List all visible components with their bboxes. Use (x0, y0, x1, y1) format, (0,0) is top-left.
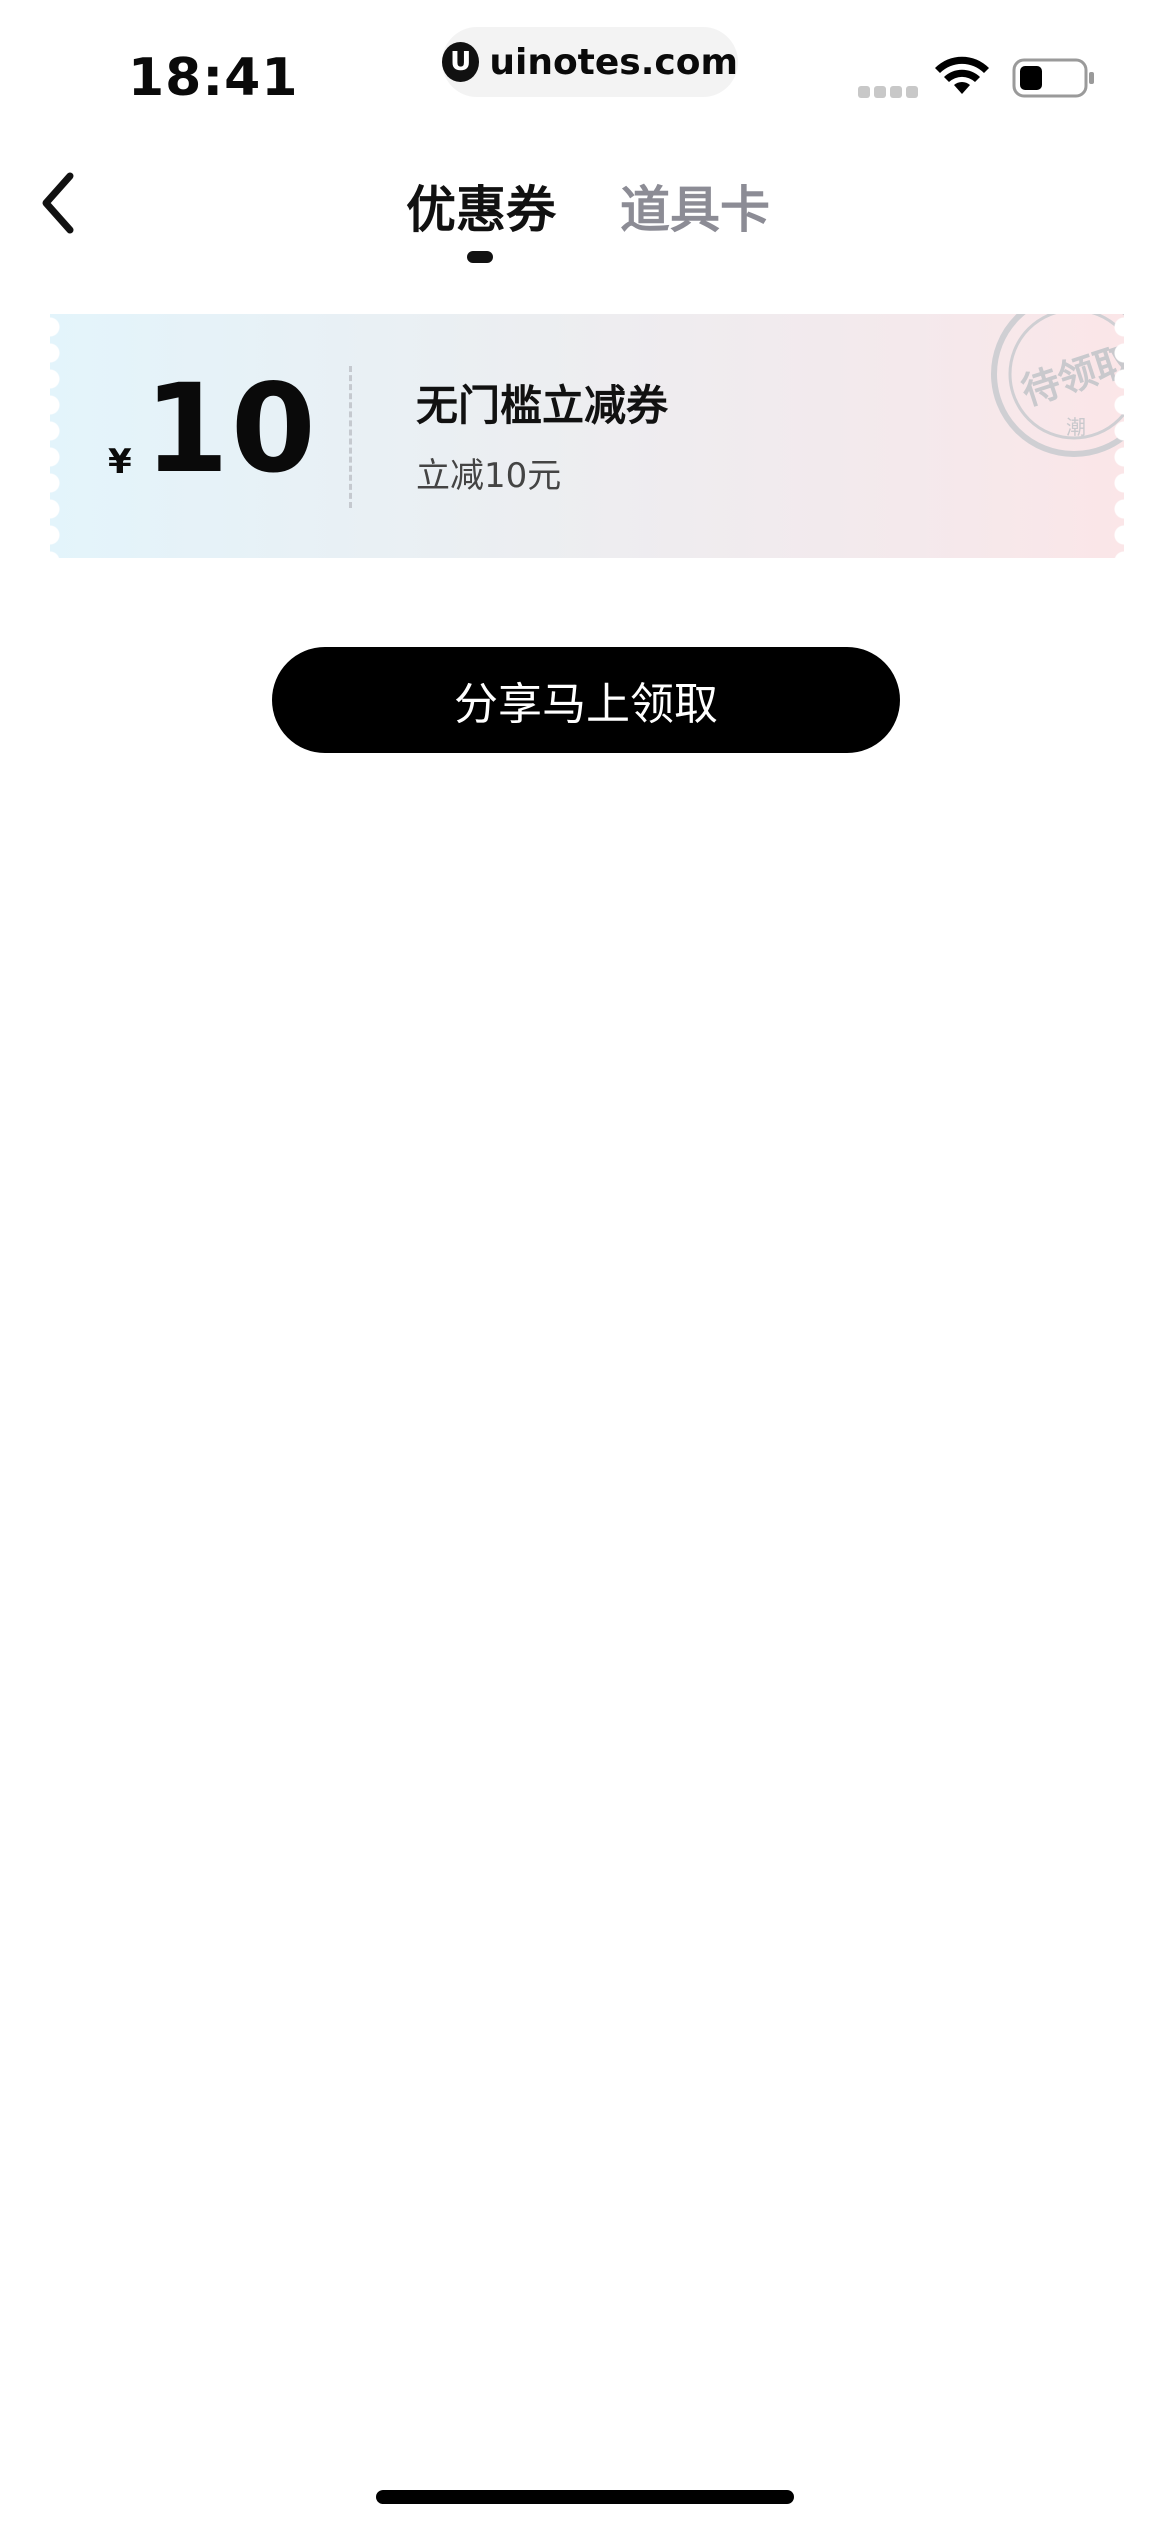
wifi-icon (935, 56, 989, 94)
coupon-amount: 10 (144, 358, 318, 500)
stamp-text: 待领取 (1016, 337, 1124, 414)
site-logo-icon: U (442, 42, 480, 82)
pending-stamp-icon: 待领取 潮 (991, 314, 1124, 457)
chevron-left-icon (42, 172, 74, 234)
share-claim-button[interactable]: 分享马上领取 (272, 647, 900, 753)
currency-symbol: ¥ (108, 442, 132, 482)
url-text: uinotes.com (489, 41, 738, 83)
coupon-description: 立减10元 (416, 456, 562, 496)
coupon-card[interactable]: ¥ 10 无门槛立减券 立减10元 待领取 潮 (50, 314, 1124, 558)
coupon-divider (349, 366, 352, 508)
home-indicator[interactable] (376, 2490, 794, 2504)
signal-icon (858, 86, 918, 98)
tab-coupon[interactable]: 优惠券 (406, 170, 556, 242)
active-tab-indicator (467, 251, 493, 263)
status-time: 18:41 (128, 48, 299, 108)
url-pill[interactable]: U uinotes.com (442, 27, 738, 97)
back-button[interactable] (32, 168, 92, 238)
coupon-title: 无门槛立减券 (416, 381, 669, 430)
stamp-subtext: 潮 (1066, 415, 1086, 439)
battery-icon (1012, 58, 1094, 98)
tab-prop-card[interactable]: 道具卡 (620, 170, 770, 242)
